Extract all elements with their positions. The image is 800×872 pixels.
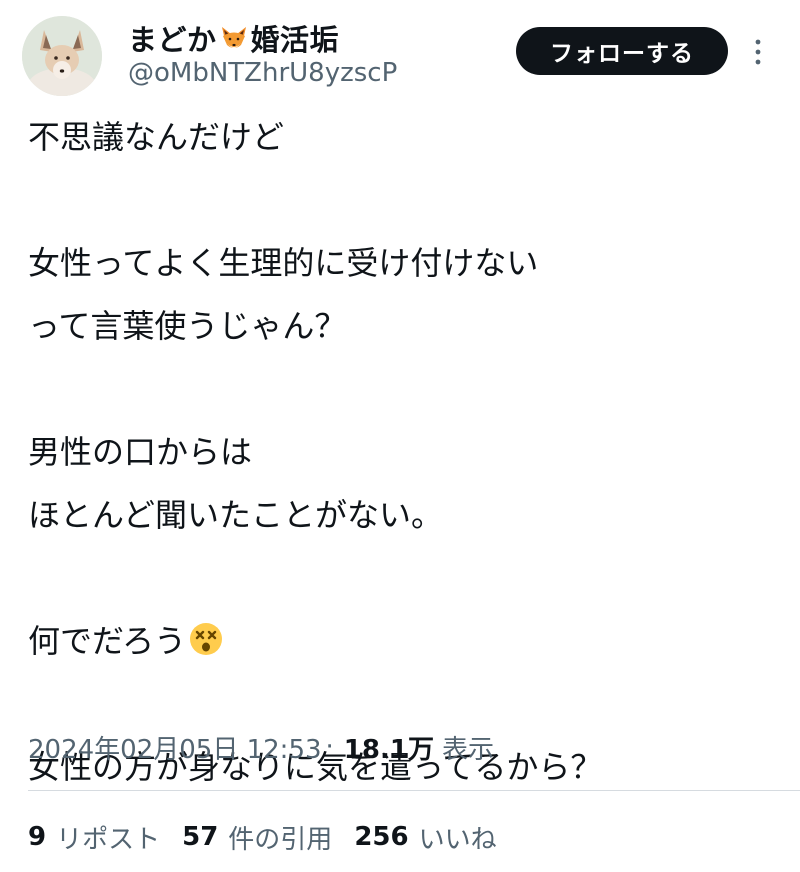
- tweet-line: 女性ってよく生理的に受け付けない: [28, 244, 539, 282]
- likes-count: 256: [354, 822, 409, 852]
- tweet-timestamp[interactable]: 2024年02月05日 12:53: [28, 729, 322, 766]
- vertical-ellipsis-icon[interactable]: [750, 36, 766, 68]
- tweet-text: 不思議なんだけど 女性ってよく生理的に受け付けない って言葉使うじゃん？ 男性の…: [28, 106, 788, 799]
- quotes-stat[interactable]: 57 件の引用: [182, 819, 332, 856]
- user-handle[interactable]: @oMbNTZhrU8yzscP: [128, 58, 397, 88]
- fox-avatar-image: [22, 16, 102, 96]
- tweet-line: ほとんど聞いたことがない。: [28, 496, 444, 534]
- quotes-label: 件の引用: [228, 824, 333, 855]
- tweet-line: って言葉使うじゃん？: [28, 307, 347, 345]
- tweet-line-with-emoji: 何でだろう: [28, 610, 788, 673]
- display-name-suffix: 婚活垢: [250, 23, 340, 57]
- tweet-line: 男性の口からは: [28, 433, 253, 471]
- tweet-meta: 2024年02月05日 12:53 · 18.1万 表示: [28, 727, 494, 767]
- likes-stat[interactable]: 256 いいね: [354, 819, 496, 856]
- quotes-count: 57: [182, 822, 219, 852]
- reposts-count: 9: [28, 822, 47, 852]
- engagement-stats: 9 リポスト 57 件の引用 256 いいね: [28, 816, 519, 858]
- reposts-label: リポスト: [56, 824, 161, 855]
- tweet-line: 不思議なんだけど: [28, 118, 285, 156]
- views-count: 18.1万: [343, 734, 434, 765]
- follow-button[interactable]: フォローする: [516, 27, 728, 75]
- user-avatar[interactable]: [22, 16, 102, 96]
- divider: [28, 790, 800, 791]
- meta-separator: ·: [325, 732, 334, 762]
- reposts-stat[interactable]: 9 リポスト: [28, 819, 160, 856]
- display-name-prefix: まどか: [128, 23, 217, 57]
- likes-label: いいね: [418, 824, 497, 855]
- views-label: 表示: [441, 734, 494, 765]
- tweet-line-text: 何でだろう: [28, 622, 187, 660]
- display-name[interactable]: まどか 婚活垢: [128, 18, 339, 58]
- tweet-header: まどか 婚活垢 @oMbNTZhrU8yzscP フォローする: [0, 0, 800, 110]
- dizzy-face-emoji-icon: [188, 621, 224, 657]
- fox-face-icon: [219, 23, 249, 53]
